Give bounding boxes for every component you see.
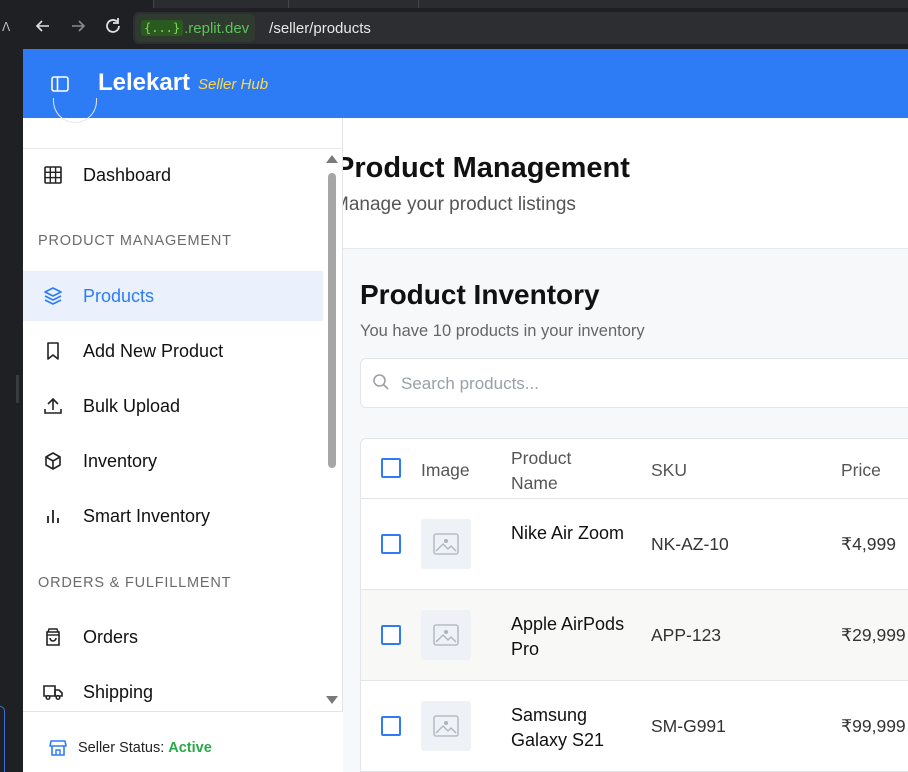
column-header-product-name: Product Name (511, 448, 572, 493)
grid-icon (44, 166, 62, 184)
table-header: Image Product Name SKU Price (361, 439, 908, 499)
sidebar-item-label: Bulk Upload (83, 395, 181, 416)
search-icon (373, 374, 389, 390)
sidebar: Dashboard PRODUCT MANAGEMENT Products Ad… (23, 98, 343, 772)
store-icon (49, 740, 67, 756)
product-image-placeholder (421, 701, 471, 751)
avatar (53, 98, 97, 123)
brand-subtitle: Seller Hub (198, 76, 269, 93)
url-host: .replit.dev (184, 19, 250, 37)
product-sku: NK-AZ-10 (651, 534, 729, 554)
sidebar-item-orders[interactable]: Orders (23, 612, 323, 662)
sidebar-item-inventory[interactable]: Inventory (23, 436, 323, 486)
sidebar-item-shipping[interactable]: Shipping (23, 667, 323, 717)
page-subtitle: Manage your product listings (343, 194, 576, 215)
os-taskbar-strip: ᐱ (0, 0, 23, 772)
replit-logo-chip: {...} (141, 20, 184, 36)
sidebar-item-smart-inventory[interactable]: Smart Inventory (23, 491, 323, 541)
back-button[interactable] (31, 14, 55, 38)
product-price: ₹29,999 (841, 625, 906, 645)
row-checkbox[interactable] (381, 625, 401, 645)
product-name: Nike Air Zoom (511, 523, 625, 543)
browser-toolbar: {...} .replit.dev /seller/products (23, 0, 908, 49)
table-row[interactable]: Samsung Galaxy S21 SM-G991 ₹99,999 (361, 681, 908, 772)
url-path: /seller/products (269, 19, 371, 37)
arrow-left-icon (35, 20, 49, 32)
arrow-right-icon (72, 20, 86, 32)
product-name: Samsung Galaxy S21 (511, 705, 605, 750)
image-placeholder-icon (433, 715, 459, 737)
column-header-sku[interactable]: SKU (651, 460, 687, 481)
sidebar-item-label: Orders (83, 626, 139, 647)
product-name: Apple AirPods Pro (511, 614, 625, 659)
scroll-up-arrow[interactable] (326, 155, 338, 163)
app-window: Lelekart Seller Hub Dashboard PRODUCT MA… (23, 49, 908, 772)
sidebar-panel-icon (51, 76, 69, 92)
sidebar-item-label: Smart Inventory (83, 505, 211, 526)
site-info-chip[interactable]: {...} .replit.dev (135, 14, 256, 42)
image-placeholder-icon (433, 624, 459, 646)
section-title-orders-fulfillment: ORDERS & FULFILLMENT (38, 575, 232, 591)
products-table: Image Product Name SKU Price Nike Air Zo… (360, 438, 908, 772)
seller-status-label: Seller Status: (78, 740, 169, 756)
forward-button[interactable] (66, 14, 90, 38)
seller-status-footer: Seller Status: Active (23, 711, 343, 772)
card-title: Product Inventory (360, 279, 600, 310)
sidebar-item-dashboard[interactable]: Dashboard (23, 150, 323, 200)
scroll-down-arrow[interactable] (326, 696, 338, 704)
shopping-bag-icon (46, 628, 60, 646)
main-content: Product Management Manage your product l… (343, 118, 908, 772)
sidebar-item-label: Inventory (83, 450, 158, 471)
section-title-product-management: PRODUCT MANAGEMENT (38, 233, 232, 249)
os-indicator-glyph: ᐱ (2, 20, 11, 34)
sidebar-item-add-new-product[interactable]: Add New Product (23, 326, 323, 376)
sidebar-item-bulk-upload[interactable]: Bulk Upload (23, 381, 323, 431)
os-scroll-marker (16, 375, 19, 403)
product-inventory-card: Product Inventory You have 10 products i… (343, 249, 908, 772)
upload-icon (44, 397, 62, 414)
layers-icon (44, 287, 62, 305)
sidebar-divider (23, 148, 343, 149)
address-bar[interactable]: {...} .replit.dev /seller/products (133, 12, 908, 44)
os-active-window-frame (0, 706, 5, 772)
page-title: Product Management (343, 152, 630, 184)
search-input[interactable] (401, 371, 901, 397)
row-checkbox[interactable] (381, 716, 401, 736)
sidebar-toggle-button[interactable] (50, 74, 70, 94)
app-header: Lelekart Seller Hub (23, 49, 908, 118)
truck-icon (43, 685, 63, 701)
column-header-price[interactable]: Price (841, 460, 881, 481)
product-image-placeholder (421, 610, 471, 660)
column-header-image: Image (421, 460, 470, 480)
box-icon (45, 452, 61, 470)
sidebar-item-label: Shipping (83, 681, 154, 702)
seller-status-text: Seller Status: Active (78, 740, 212, 756)
table-row[interactable]: Apple AirPods Pro APP-123 ₹29,999 (361, 590, 908, 681)
sidebar-scrollbar[interactable] (328, 173, 336, 468)
sidebar-item-label: Dashboard (83, 164, 172, 185)
reload-icon (106, 18, 120, 33)
product-sku: APP-123 (651, 625, 722, 645)
search-box (360, 358, 908, 408)
bookmark-icon (47, 342, 59, 360)
product-price: ₹99,999 (841, 716, 906, 736)
reload-button[interactable] (101, 14, 125, 38)
sidebar-item-products[interactable]: Products (23, 271, 323, 321)
table-row[interactable]: Nike Air Zoom NK-AZ-10 ₹4,999 (361, 499, 908, 590)
status-badge: Active (168, 740, 212, 756)
bar-chart-icon (47, 510, 59, 523)
product-sku: SM-G991 (651, 716, 726, 736)
select-all-checkbox[interactable] (381, 458, 401, 478)
tab-strip (153, 0, 908, 8)
brand-name[interactable]: Lelekart (98, 69, 190, 97)
product-image-placeholder (421, 519, 471, 569)
product-price: ₹4,999 (841, 534, 896, 554)
sidebar-item-label: Add New Product (83, 340, 224, 361)
card-subtitle: You have 10 products in your inventory (360, 322, 645, 340)
sidebar-item-label: Products (83, 285, 155, 306)
row-checkbox[interactable] (381, 534, 401, 554)
image-placeholder-icon (433, 533, 459, 555)
